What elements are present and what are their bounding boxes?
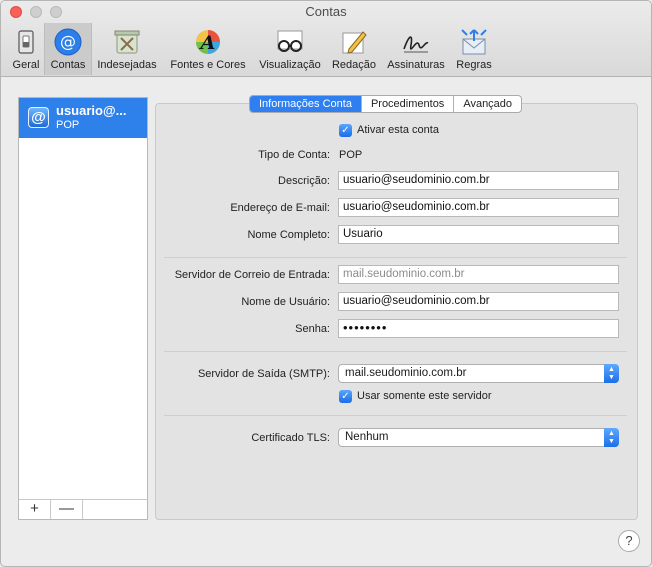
account-item[interactable]: @ usuario@... POP — [19, 98, 147, 138]
tls-label: Certificado TLS: — [251, 432, 330, 444]
account-details-pane — [155, 103, 638, 520]
rules-envelope-icon — [461, 29, 487, 55]
full-name-field[interactable]: Usuario — [338, 225, 619, 244]
enable-account-label: Ativar esta conta — [357, 124, 439, 136]
glasses-icon — [277, 30, 303, 52]
tab-behaviors[interactable]: Procedimentos — [362, 96, 455, 112]
toolbar: Contas Geral @ Contas Indesejadas A Font… — [1, 1, 651, 77]
account-type: POP — [56, 119, 80, 131]
general-switch-icon — [18, 30, 34, 54]
toolbar-viewing[interactable]: Visualização — [255, 23, 325, 75]
segmented-tabs: Informações Conta Procedimentos Avançado — [249, 95, 523, 113]
tls-select-value: Nenhum — [345, 431, 389, 443]
junk-trash-icon — [114, 30, 140, 54]
svg-text:A: A — [199, 32, 216, 54]
only-this-server-label: Usar somente este servidor — [357, 390, 492, 402]
help-button[interactable]: ? — [618, 530, 640, 552]
username-field[interactable]: usuario@seudominio.com.br — [338, 292, 619, 311]
pencil-paper-icon — [342, 31, 367, 54]
add-account-button[interactable]: + — [19, 500, 51, 519]
incoming-server-label: Servidor de Correio de Entrada: — [174, 269, 330, 281]
smtp-label: Servidor de Saída (SMTP): — [197, 368, 330, 380]
tls-select[interactable]: Nenhum ▲ ▼ — [338, 428, 619, 447]
incoming-server-field[interactable]: mail.seudominio.com.br — [338, 265, 619, 284]
remove-account-button[interactable]: — — [51, 500, 83, 519]
only-this-server-checkbox[interactable]: ✓ — [339, 390, 352, 403]
toolbar-composing[interactable]: Redação — [328, 23, 380, 75]
username-label: Nome de Usuário: — [241, 296, 330, 308]
enable-account-checkbox[interactable]: ✓ — [339, 124, 352, 137]
full-name-label: Nome Completo: — [247, 229, 330, 241]
smtp-select-value: mail.seudominio.com.br — [345, 367, 467, 379]
password-label: Senha: — [295, 323, 330, 335]
signature-icon — [403, 36, 429, 53]
divider — [164, 351, 627, 352]
at-sign-icon: @ — [54, 28, 82, 56]
accounts-list: @ usuario@... POP + — — [18, 97, 148, 520]
toolbar-rules[interactable]: Regras — [453, 23, 495, 75]
email-field[interactable]: usuario@seudominio.com.br — [338, 198, 619, 217]
tab-advanced[interactable]: Avançado — [454, 96, 521, 112]
password-field[interactable]: •••••••• — [338, 319, 619, 338]
fonts-colors-icon: A — [196, 30, 220, 54]
smtp-select[interactable]: mail.seudominio.com.br ▲ ▼ — [338, 364, 619, 383]
account-type-value: POP — [339, 149, 363, 161]
at-sign-icon: @ — [28, 107, 49, 128]
description-label: Descrição: — [278, 175, 330, 187]
window-title: Contas — [305, 4, 347, 19]
divider — [164, 415, 627, 416]
list-controls: + — — [19, 499, 147, 519]
account-name: usuario@... — [56, 103, 127, 118]
svg-text:@: @ — [60, 32, 76, 51]
account-type-label: Tipo de Conta: — [258, 149, 330, 161]
description-field[interactable]: usuario@seudominio.com.br — [338, 171, 619, 190]
tab-account-info[interactable]: Informações Conta — [250, 96, 362, 112]
toolbar-general[interactable]: Geral — [7, 23, 45, 75]
email-label: Endereço de E-mail: — [230, 202, 330, 214]
divider — [164, 257, 627, 258]
toolbar-accounts[interactable]: @ Contas — [44, 23, 92, 75]
toolbar-junk[interactable]: Indesejadas — [93, 23, 161, 75]
preferences-window: Contas Geral @ Contas Indesejadas A Font… — [0, 0, 652, 567]
updown-chevron-icon: ▲ ▼ — [604, 428, 619, 447]
toolbar-signatures[interactable]: Assinaturas — [382, 23, 450, 75]
updown-chevron-icon: ▲ ▼ — [604, 364, 619, 383]
toolbar-fonts-colors[interactable]: A Fontes e Cores — [166, 23, 250, 75]
